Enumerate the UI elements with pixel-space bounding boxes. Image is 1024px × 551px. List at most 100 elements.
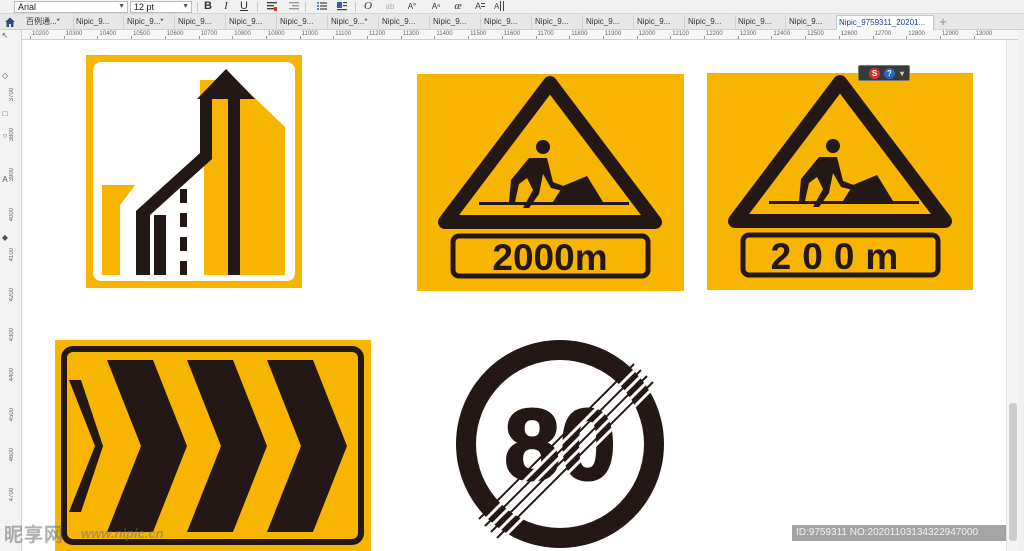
chevron-down-icon[interactable]: ▾ (898, 68, 906, 79)
ruler-tick-label: 12000 (638, 31, 656, 37)
ruler-tick-label: 12400 (773, 31, 791, 37)
italic-button[interactable]: I (219, 0, 233, 14)
ruler-tick-mark (198, 36, 200, 39)
ruler-tick-label: 11100 (335, 31, 352, 37)
docker-edge (1018, 30, 1024, 551)
align-icon[interactable] (265, 0, 279, 14)
ruler-tick-label: 3900 (9, 168, 15, 182)
fill-tool-icon[interactable]: ◆ (1, 234, 9, 242)
input-method-toolbar[interactable]: S ? ▾ (858, 65, 910, 81)
ruler-tick-mark (265, 36, 267, 39)
font-name-select[interactable]: Arial ▼ (14, 1, 128, 13)
frame-icon[interactable]: O (361, 0, 375, 14)
ruler-tick-mark (805, 36, 807, 39)
document-tab[interactable]: Nipic_9... (736, 15, 786, 30)
ruler-tick-mark (973, 36, 975, 39)
ellipse-tool-icon[interactable]: ○ (1, 132, 9, 140)
document-tab[interactable]: 百例通...* (24, 15, 74, 30)
merge-lane-sign[interactable] (86, 55, 302, 291)
document-tab[interactable]: Nipic_9... (686, 15, 736, 30)
document-tab[interactable]: Nipic_9...* (329, 15, 379, 30)
document-tab-active[interactable]: Nipic_9759311_20201... (836, 15, 934, 30)
help-icon[interactable]: ? (884, 68, 895, 79)
document-tab[interactable]: Nipic_9... (787, 15, 837, 30)
bullets-icon[interactable] (315, 0, 329, 14)
document-tab[interactable]: Nipic_9... (635, 15, 685, 30)
ruler-tick-mark (602, 36, 604, 39)
document-tab[interactable]: Nipic_9... (482, 15, 532, 30)
ruler-tick-mark (131, 36, 133, 39)
align-right-icon[interactable] (287, 0, 301, 14)
bold-button[interactable]: B (201, 0, 215, 14)
ruler-tick-mark (367, 36, 368, 39)
ruler-tick-label: 12300 (739, 31, 757, 37)
ruler-tick-label: 12700 (874, 31, 892, 37)
text-tool-icon[interactable]: A (1, 176, 9, 184)
char-format-icon[interactable]: ab (383, 0, 397, 14)
document-tab[interactable]: Nipic_9... (380, 15, 430, 30)
ruler-tick-label: 12200 (706, 31, 723, 37)
document-tab[interactable]: Nipic_9... (278, 15, 328, 30)
font-size-select[interactable]: 12 pt ▼ (130, 1, 192, 13)
document-tab[interactable]: Nipic_9... (431, 15, 481, 30)
ruler-tick-label: 10500 (133, 31, 150, 37)
rectangle-tool-icon[interactable]: □ (1, 110, 9, 118)
ruler-tick-label: 4200 (9, 288, 15, 302)
ruler-tick-label: 11700 (537, 31, 554, 37)
chevron-direction-sign[interactable] (55, 340, 371, 551)
underline-button[interactable]: U (237, 0, 251, 14)
horizontal-ruler[interactable]: 10200 10300 10400 10500 10600 10700 10800 10900… (22, 30, 1018, 40)
home-icon[interactable] (4, 16, 16, 28)
vertical-scrollbar[interactable] (1006, 40, 1018, 551)
ruler-tick-label: 10700 (200, 31, 218, 37)
roadwork-ahead-sign-200m[interactable]: 200m (707, 73, 973, 293)
ruler-tick-mark (737, 36, 739, 39)
ruler-tick-label: 4400 (9, 368, 15, 382)
ruler-tick-label: 10800 (234, 31, 251, 37)
document-tab[interactable]: Nipic_9... (74, 15, 124, 30)
font-size-value: 12 pt (134, 2, 155, 12)
chevron-down-icon: ▼ (118, 3, 125, 10)
ruler-tick-label: 11600 (503, 31, 521, 37)
end-speed-limit-sign[interactable]: 80 (452, 337, 668, 551)
ruler-tick-mark (400, 36, 402, 39)
text-icon[interactable]: A (473, 0, 487, 14)
font-name-value: Arial (18, 2, 37, 12)
ruler-tick-mark (535, 36, 537, 39)
sogou-icon[interactable]: S (869, 68, 880, 79)
ruler-tick-label: 4700 (9, 488, 15, 502)
ruler-tick-label: 12900 (941, 31, 959, 37)
document-tab[interactable]: Nipic_9... (584, 15, 634, 30)
ruler-tick-mark (63, 36, 65, 39)
document-tab[interactable]: Nipic_9... (533, 15, 583, 30)
watermark-url: www.nipic.cn (81, 526, 164, 541)
ruler-tick-label: 11900 (604, 31, 622, 37)
watermark-logo: 昵享网 (4, 525, 65, 546)
ruler-tick-label: 4300 (9, 328, 15, 342)
roadwork-ahead-sign-2000m[interactable]: 2000m (417, 74, 684, 294)
ruler-tick-label: 10900 (267, 31, 285, 37)
text-direction-icon[interactable]: Aⁿ (429, 0, 443, 14)
scrollbar-thumb[interactable] (1009, 403, 1017, 541)
document-tab[interactable]: Nipic_9...* (125, 15, 175, 30)
document-tab[interactable]: Nipic_9... (227, 15, 277, 30)
ruler-tick-mark (97, 36, 99, 39)
dropcap-icon[interactable] (335, 0, 349, 14)
toolbar-divider (257, 2, 258, 12)
ruler-tick-label: 11200 (369, 31, 386, 37)
document-tab[interactable]: Nipic_9... (176, 15, 226, 30)
ruler-tick-mark (906, 36, 908, 39)
shape-tool-icon[interactable]: ◇ (1, 72, 9, 80)
ligature-icon[interactable]: æ (451, 0, 465, 14)
ruler-tick-mark (164, 36, 166, 39)
pick-tool-icon[interactable]: ↖ (1, 32, 9, 40)
add-tab-button[interactable]: + (936, 15, 950, 29)
toolbar-divider (355, 2, 356, 12)
distance-label: 200m (771, 236, 910, 277)
ruler-tick-label: 10600 (166, 31, 184, 37)
columns-icon[interactable]: A (493, 0, 507, 14)
glyph-icon[interactable]: A° (405, 0, 419, 14)
vertical-ruler[interactable]: 3700 3800 3900 4000 4100 4200 4300 4400 4500 4600… (9, 40, 19, 551)
ruler-tick-label: 10400 (99, 31, 117, 37)
ruler-tick-mark (333, 36, 335, 39)
